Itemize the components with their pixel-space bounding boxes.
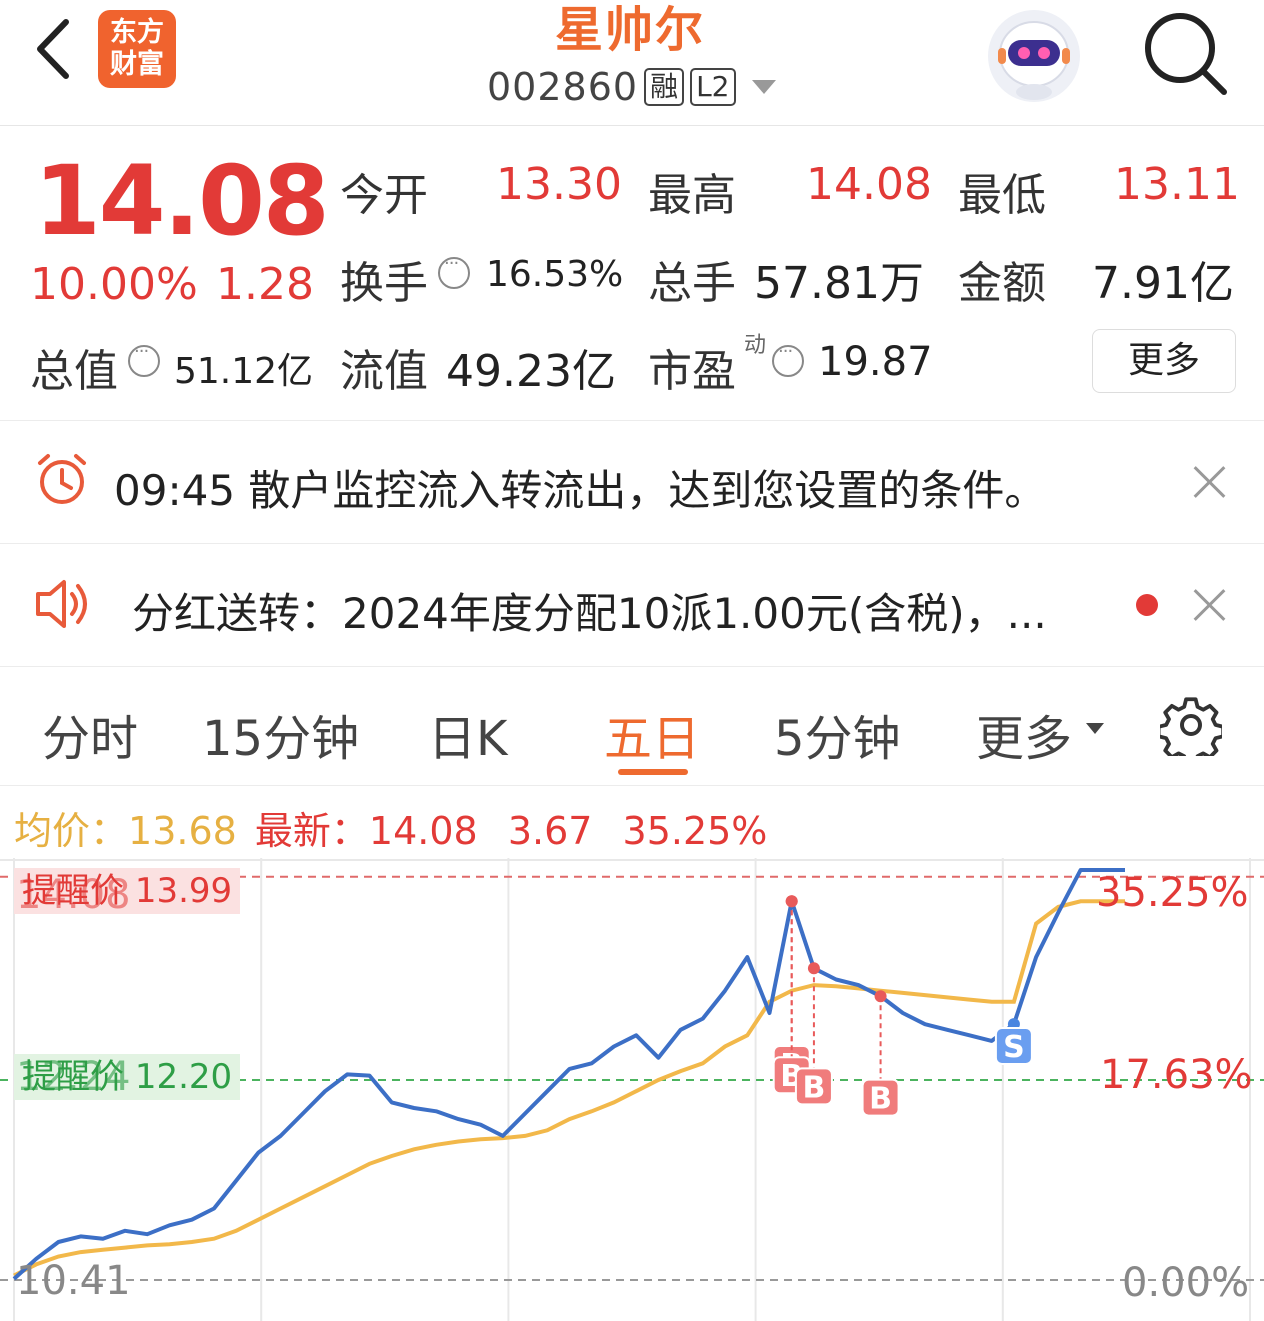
quote-panel: 14.08 10.00% 1.28 今开 13.30 最高 14.08 最低 1…	[0, 127, 1264, 419]
chart-legend: 均价：13.68 最新：14.08 3.67 35.25%	[14, 800, 767, 855]
close-icon[interactable]	[1190, 461, 1230, 501]
active-tab-indicator	[618, 769, 688, 775]
latest-change-pct: 35.25%	[622, 809, 768, 853]
y-axis-bottom: 10.41	[16, 1258, 131, 1304]
alert-notice[interactable]: 09:45 散户监控流入转流出，达到您设置的条件。	[0, 420, 1264, 542]
volume-label: 总手	[648, 258, 736, 309]
low-label: 最低	[958, 170, 1046, 221]
market-cap-value: 51.12亿	[174, 351, 314, 392]
alert-value: 13.99	[134, 871, 233, 911]
info-icon[interactable]	[772, 341, 804, 377]
change-amount: 1.28	[216, 259, 314, 310]
logo-line2: 财富	[110, 49, 164, 80]
latest-value: 14.08	[368, 809, 478, 853]
pe-dynamic-sup: 动	[744, 333, 767, 358]
last-price: 14.08	[34, 145, 330, 257]
robot-assistant-avatar[interactable]	[988, 10, 1080, 102]
float-cap-value: 49.23亿	[446, 346, 616, 397]
dropdown-caret-icon[interactable]	[751, 80, 776, 94]
search-icon[interactable]	[1140, 8, 1230, 98]
level2-tag: L2	[690, 68, 736, 106]
turnover-label: 换手	[340, 258, 428, 309]
marker-label: S	[1003, 1030, 1025, 1065]
info-icon[interactable]	[128, 341, 160, 377]
tab-daily-k[interactable]: 日K	[428, 699, 507, 769]
open-label: 今开	[340, 170, 428, 221]
y-axis-right-bottom: 0.00%	[1122, 1260, 1250, 1306]
marker-dot	[807, 962, 820, 975]
avg-price-value: 13.68	[128, 809, 237, 853]
alert-text: 09:45 散户监控流入转流出，达到您设置的条件。	[114, 466, 1047, 515]
stock-name: 星帅尔	[554, 2, 705, 58]
latest-label: 最新：	[254, 809, 369, 853]
pe-label: 市盈	[648, 346, 736, 397]
open-value: 13.30	[496, 159, 622, 210]
chart-period-tabs: 分时 15分钟 日K 五日 5分钟 更多	[0, 666, 1264, 786]
unread-dot	[1136, 594, 1158, 616]
chevron-down-icon	[1086, 723, 1104, 734]
close-icon[interactable]	[1190, 584, 1230, 624]
volume-value: 57.81万	[754, 258, 924, 309]
y-axis-top: 14.08	[16, 872, 131, 918]
marker-dot	[785, 895, 798, 908]
y-axis-right-top: 35.25%	[1096, 870, 1249, 916]
tab-intraday[interactable]: 分时	[42, 699, 138, 769]
tab-more[interactable]: 更多	[976, 699, 1072, 769]
more-quote-button[interactable]: 更多	[1092, 329, 1236, 393]
info-icon[interactable]	[438, 253, 470, 289]
change-percent: 10.00%	[30, 259, 198, 310]
dividend-notice[interactable]: 分红送转：2024年度分配10派1.00元(含税)，...	[0, 543, 1264, 665]
low-value: 13.11	[1114, 159, 1240, 210]
market-cap-label: 总值	[30, 346, 118, 397]
robot-icon	[998, 21, 1070, 100]
high-label: 最高	[648, 170, 736, 221]
turnover-value: 16.53%	[486, 254, 624, 295]
app-header: 东方 财富 星帅尔 002860 融 L2	[0, 0, 1264, 126]
marker-dot	[874, 990, 887, 1003]
stock-code: 002860	[487, 65, 639, 109]
back-arrow-icon[interactable]	[28, 14, 78, 84]
settings-gear-icon[interactable]	[1160, 694, 1222, 756]
alert-value: 12.20	[134, 1057, 233, 1097]
tab-five-day[interactable]: 五日	[604, 699, 700, 769]
y-axis-mid: 12.24	[16, 1054, 131, 1100]
marker-label: B	[869, 1082, 892, 1117]
logo-line1: 东方	[110, 17, 164, 48]
marker-label: B	[802, 1070, 825, 1105]
avg-price-label: 均价：	[14, 809, 129, 853]
eastmoney-logo: 东方 财富	[98, 10, 176, 88]
float-cap-label: 流值	[340, 346, 428, 397]
five-day-chart[interactable]: BBBBS 提醒价 13.99 14.08 提醒价 12.20 12.24 10…	[0, 858, 1264, 1321]
latest-change: 3.67	[507, 809, 593, 853]
high-value: 14.08	[806, 159, 932, 210]
margin-tag: 融	[644, 68, 685, 106]
alarm-clock-icon	[38, 454, 86, 504]
dividend-text: 分红送转：2024年度分配10派1.00元(含税)，...	[132, 589, 1047, 638]
pe-value: 19.87	[818, 339, 933, 385]
tab-5min[interactable]: 5分钟	[774, 699, 901, 769]
speaker-icon	[36, 580, 87, 628]
amount-label: 金额	[958, 258, 1046, 309]
stock-code-row[interactable]: 002860 融 L2	[487, 64, 776, 110]
tab-15min[interactable]: 15分钟	[202, 699, 359, 769]
amount-value: 7.91亿	[1092, 258, 1234, 309]
y-axis-right-mid: 17.63%	[1100, 1052, 1253, 1098]
